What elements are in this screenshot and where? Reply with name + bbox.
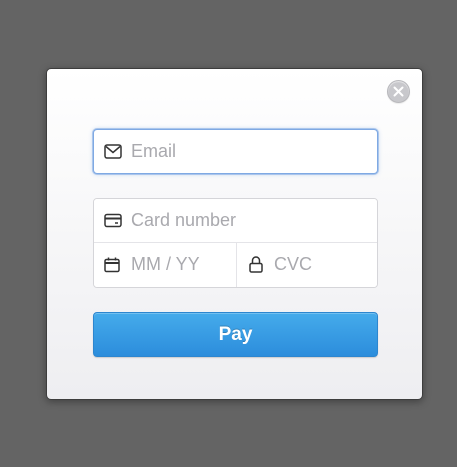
card-number-field[interactable]: Card number bbox=[94, 199, 377, 243]
cvc-field[interactable]: CVC bbox=[237, 243, 377, 287]
close-button[interactable] bbox=[387, 80, 410, 103]
close-icon bbox=[393, 86, 404, 97]
expiry-field[interactable]: MM / YY bbox=[94, 243, 237, 287]
email-placeholder: Email bbox=[131, 141, 177, 161]
email-field[interactable]: Email bbox=[93, 129, 378, 174]
calendar-icon bbox=[104, 257, 120, 273]
card-number-placeholder: Card number bbox=[131, 210, 237, 230]
envelope-icon bbox=[104, 144, 122, 159]
checkout-modal: Email Card number MM / YY CVC Pay bbox=[46, 68, 423, 400]
credit-card-icon bbox=[104, 213, 122, 228]
expiry-placeholder: MM / YY bbox=[131, 254, 200, 274]
lock-icon bbox=[249, 256, 263, 273]
card-details-group: Card number MM / YY CVC bbox=[93, 198, 378, 288]
pay-button[interactable]: Pay bbox=[93, 312, 378, 357]
cvc-placeholder: CVC bbox=[274, 254, 313, 274]
